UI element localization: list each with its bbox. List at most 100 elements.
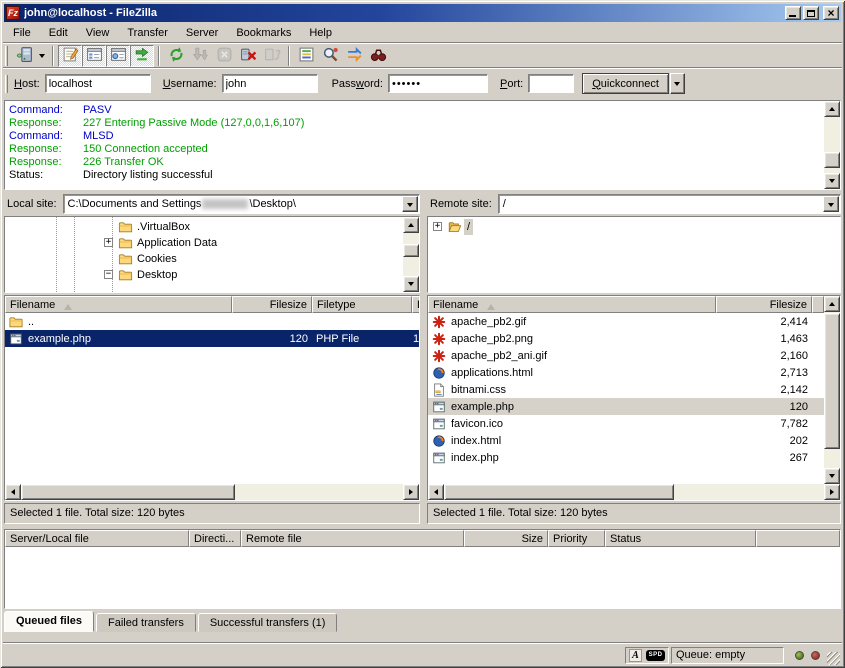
toolbar-grip[interactable] [5, 46, 8, 66]
local-tree-scrollbar[interactable] [403, 217, 419, 292]
file-row--[interactable]: .. [5, 313, 419, 330]
tree-item-desktop[interactable]: −Desktop [5, 267, 403, 283]
menu-edit[interactable]: Edit [40, 24, 77, 42]
toolbar [4, 44, 841, 67]
menu-bookmarks[interactable]: Bookmarks [227, 24, 300, 42]
synchronized-browsing-button[interactable] [342, 45, 366, 67]
expand-icon[interactable]: + [104, 238, 113, 247]
scroll-left-button[interactable] [5, 484, 21, 500]
toggle-transfer-queue-button[interactable] [130, 45, 154, 67]
filter-button[interactable] [294, 45, 318, 67]
log-scrollbar[interactable] [824, 101, 840, 189]
scroll-down-button[interactable] [824, 468, 840, 484]
tab-successful-transfers-1-[interactable]: Successful transfers (1) [198, 613, 338, 632]
column-header-filename[interactable]: Filename [5, 296, 232, 313]
site-manager-button[interactable] [12, 45, 36, 67]
file-icon [432, 451, 448, 465]
menu-server[interactable]: Server [177, 24, 227, 42]
remote-list-hscrollbar[interactable] [428, 484, 840, 500]
tree-item-application-data[interactable]: +Application Data [5, 235, 403, 251]
queue-column-remote-file[interactable]: Remote file [241, 530, 464, 547]
scroll-thumb[interactable] [824, 313, 840, 449]
speed-limit-icon[interactable]: SPD [646, 650, 665, 661]
toggle-local-tree-button[interactable] [82, 45, 106, 67]
username-label: Username: [163, 78, 217, 90]
title-bar[interactable]: Fz john@localhost - FileZilla × [4, 4, 841, 22]
tree-item-root[interactable]: +/ [428, 219, 840, 235]
scroll-down-button[interactable] [403, 276, 419, 292]
scroll-up-button[interactable] [403, 217, 419, 233]
file-row-apache-pb2-ani-gif[interactable]: apache_pb2_ani.gif2,160 [428, 347, 824, 364]
close-button[interactable]: × [823, 6, 839, 20]
local-path-combo[interactable]: C:\Documents and Settings \Desktop\ [63, 194, 420, 214]
disconnect-button[interactable] [236, 45, 260, 67]
password-input[interactable] [388, 74, 488, 93]
file-row-index-html[interactable]: index.html202 [428, 432, 824, 449]
scroll-thumb[interactable] [21, 484, 235, 500]
reconnect-button[interactable] [260, 45, 284, 67]
maximize-button[interactable] [803, 6, 819, 20]
port-input[interactable] [528, 74, 574, 93]
remote-path-combo[interactable]: / [498, 194, 841, 214]
cancel-operation-button[interactable] [212, 45, 236, 67]
local-path-dropdown-button[interactable] [402, 196, 418, 212]
local-list-hscrollbar[interactable] [5, 484, 419, 500]
scroll-right-button[interactable] [403, 484, 419, 500]
scroll-up-button[interactable] [824, 296, 840, 312]
file-row-index-php[interactable]: index.php267 [428, 449, 824, 466]
tab-queued-files[interactable]: Queued files [4, 611, 94, 632]
menu-help[interactable]: Help [300, 24, 341, 42]
scroll-right-button[interactable] [824, 484, 840, 500]
file-row-apache-pb2-png[interactable]: apache_pb2.png1,463 [428, 330, 824, 347]
site-manager-dropdown-button[interactable] [36, 45, 48, 67]
file-row-bitnami-css[interactable]: bitnami.css2,142 [428, 381, 824, 398]
scroll-left-button[interactable] [428, 484, 444, 500]
scroll-thumb[interactable] [824, 152, 840, 168]
refresh-button[interactable] [164, 45, 188, 67]
column-header-l[interactable]: L [412, 296, 420, 313]
queue-column-server-local-file[interactable]: Server/Local file [5, 530, 189, 547]
column-header-filetype[interactable]: Filetype [312, 296, 412, 313]
filename-cell: example.php [428, 400, 716, 414]
tab-failed-transfers[interactable]: Failed transfers [96, 613, 196, 632]
menu-file[interactable]: File [4, 24, 40, 42]
remote-path-dropdown-button[interactable] [823, 196, 839, 212]
triangle-left-icon [431, 489, 438, 495]
queue-column-directi-[interactable]: Directi... [189, 530, 241, 547]
scroll-up-button[interactable] [824, 101, 840, 117]
scroll-thumb[interactable] [444, 484, 674, 500]
file-row-applications-html[interactable]: applications.html2,713 [428, 364, 824, 381]
queue-column-priority[interactable]: Priority [548, 530, 605, 547]
toggle-message-log-button[interactable] [58, 45, 82, 67]
scroll-down-button[interactable] [824, 173, 840, 189]
scroll-thumb[interactable] [403, 244, 419, 257]
username-input[interactable] [222, 74, 318, 93]
toolbar-grip[interactable] [5, 75, 8, 93]
column-header-filesize[interactable]: Filesize [232, 296, 312, 313]
menu-transfer[interactable]: Transfer [118, 24, 177, 42]
file-row-example-php[interactable]: example.php120 [428, 398, 824, 415]
file-row-favicon-ico[interactable]: favicon.ico7,782 [428, 415, 824, 432]
column-header-filename[interactable]: Filename [428, 296, 716, 313]
directory-comparison-button[interactable] [318, 45, 342, 67]
column-header-filesize[interactable]: Filesize [716, 296, 812, 313]
resize-grip[interactable] [827, 652, 840, 665]
toggle-remote-tree-button[interactable] [106, 45, 130, 67]
chevron-down-icon [674, 82, 680, 89]
minimize-button[interactable] [785, 6, 801, 20]
transfer-queue: Server/Local fileDirecti...Remote fileSi… [4, 529, 841, 609]
find-files-button[interactable] [366, 45, 390, 67]
file-row-example-php[interactable]: example.php120PHP File1 [5, 330, 419, 347]
expand-icon[interactable]: + [433, 222, 442, 231]
tree-item--virtualbox[interactable]: .VirtualBox [5, 219, 403, 235]
tree-item-cookies[interactable]: Cookies [5, 251, 403, 267]
queue-column-size[interactable]: Size [464, 530, 548, 547]
process-queue-button[interactable] [188, 45, 212, 67]
queue-column-status[interactable]: Status [605, 530, 756, 547]
quickconnect-dropdown-button[interactable] [670, 73, 685, 94]
collapse-icon[interactable]: − [104, 270, 113, 279]
host-input[interactable] [45, 74, 151, 93]
menu-view[interactable]: View [77, 24, 119, 42]
remote-list-scrollbar[interactable] [824, 296, 840, 484]
file-row-apache-pb2-gif[interactable]: apache_pb2.gif2,414 [428, 313, 824, 330]
